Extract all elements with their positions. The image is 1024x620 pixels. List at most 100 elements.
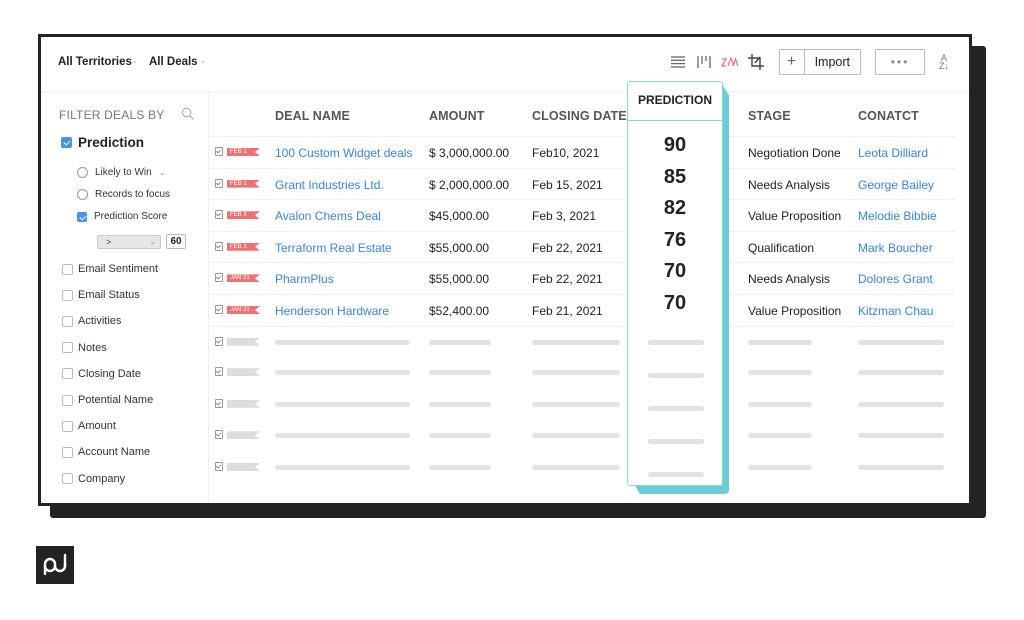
filter-item-company[interactable]: Company (62, 473, 125, 485)
prediction-checkbox[interactable] (61, 137, 72, 148)
table-row[interactable]: JAN 31 Henderson Hardware $52,400.00 Feb 21… (209, 294, 955, 326)
prediction-score-option[interactable]: Prediction Score (77, 211, 167, 222)
filter-checkbox[interactable] (62, 289, 73, 301)
deal-name-link[interactable]: Henderson Hardware (275, 304, 389, 318)
filter-label: Potential Name (78, 394, 154, 406)
closing-date-cell: Feb 3, 2021 (532, 209, 597, 224)
column-amount[interactable]: AMOUNT (429, 109, 484, 123)
column-contact[interactable]: CONATCT (858, 109, 919, 123)
column-stage[interactable]: STAGE (748, 109, 791, 123)
amount-cell: $ 3,000,000.00 (429, 146, 510, 160)
filter-checkbox[interactable] (62, 446, 73, 458)
deal-name-link[interactable]: PharmPlus (275, 272, 334, 286)
prediction-column-card: PREDICTION 90 85 82 76 70 70 (627, 81, 723, 486)
placeholder-bar (648, 373, 704, 378)
placeholder-bar (532, 339, 620, 345)
task-icon[interactable] (215, 178, 223, 188)
filter-item-amount[interactable]: Amount (62, 420, 116, 432)
table-row[interactable]: FEB 1 100 Custom Widget deals $ 3,000,000.… (209, 136, 955, 168)
filter-checkbox[interactable] (62, 368, 73, 380)
table-row[interactable]: FEB 1 Avalon Chems Deal $45,000.00 Feb 3, 2… (209, 199, 955, 231)
placeholder-bar (648, 439, 704, 444)
deals-dropdown[interactable]: All Deals - (149, 56, 205, 68)
filter-checkbox[interactable] (62, 342, 73, 354)
zia-icon[interactable] (720, 53, 739, 71)
placeholder-bar (275, 433, 410, 439)
task-icon[interactable] (215, 147, 223, 156)
deals-label: All Deals (149, 56, 198, 68)
likely-to-win-radio[interactable] (77, 167, 88, 178)
prediction-score-checkbox[interactable] (77, 211, 87, 222)
filter-checkbox[interactable] (62, 315, 73, 327)
kanban-view-icon[interactable] (695, 53, 713, 71)
table-row[interactable]: FEB 1 Terraform Real Estate $55,000.00 Feb … (209, 230, 955, 263)
contact-link[interactable]: Mark Boucher (858, 241, 933, 255)
operator-value: > (106, 237, 112, 247)
task-icon[interactable] (215, 210, 223, 220)
filter-item-email-status[interactable]: Email Status (62, 289, 140, 301)
task-icon[interactable] (215, 273, 223, 283)
filter-checkbox[interactable] (62, 420, 73, 432)
plus-icon: + (786, 53, 797, 70)
filter-item-potential-name[interactable]: Potential Name (62, 394, 153, 406)
table-row[interactable]: JAN 31 PharmPlus $55,000.00 Feb 22, 2021 Nee… (209, 262, 955, 294)
placeholder-bar (648, 340, 704, 345)
likely-to-win-option[interactable]: Likely to Win ⌄ (77, 167, 165, 178)
filter-label: Email Sentiment (78, 263, 159, 275)
deal-name-link[interactable]: Avalon Chems Deal (275, 209, 381, 223)
task-icon (215, 462, 223, 471)
prediction-filter[interactable]: Prediction (61, 135, 144, 150)
contact-link[interactable]: Kitzman Chau (858, 304, 933, 318)
placeholder-bar (858, 433, 944, 439)
placeholder-bar (748, 339, 812, 345)
records-to-focus-radio[interactable] (77, 189, 88, 200)
pd-logo-icon (43, 553, 67, 576)
filter-checkbox[interactable] (62, 263, 73, 275)
likely-to-win-label: Likely to Win (95, 167, 152, 178)
add-button[interactable]: + (780, 50, 805, 74)
column-closing-date[interactable]: CLOSING DATE (532, 109, 627, 123)
filter-item-email-sentiment[interactable]: Email Sentiment (62, 263, 158, 275)
placeholder-row (209, 420, 955, 451)
filter-item-closing-date[interactable]: Closing Date (62, 368, 141, 380)
crop-icon[interactable] (747, 53, 765, 71)
filter-checkbox[interactable] (62, 394, 73, 406)
filter-label: Account Name (78, 446, 151, 459)
deal-name-link[interactable]: Grant Industries Ltd. (275, 178, 384, 192)
filter-item-account-name[interactable]: Account Name (62, 446, 150, 458)
list-view-icon[interactable] (669, 53, 687, 71)
task-icon[interactable] (215, 305, 223, 314)
table-row[interactable]: FEB 1 Grant Industries Ltd. $ 2,000,000.00… (209, 167, 955, 200)
filter-title: FILTER DEALS BY (59, 108, 165, 122)
date-tag: FEB 1 (227, 179, 260, 188)
column-deal-name[interactable]: DEAL NAME (275, 109, 350, 123)
amount-cell: $52,400.00 (429, 304, 490, 318)
placeholder-row (209, 325, 955, 358)
filter-checkbox[interactable] (62, 473, 73, 485)
deal-name-link[interactable]: Terraform Real Estate (275, 241, 392, 255)
placeholder-bar (429, 433, 491, 439)
crm-window: All Territories- All Deals - + Import ••… (38, 34, 972, 506)
records-to-focus-option[interactable]: Records to focus (77, 189, 170, 200)
task-icon[interactable] (215, 241, 223, 251)
deal-name-link[interactable]: 100 Custom Widget deals (275, 146, 412, 160)
sort-az-icon[interactable]: A Z↓ (937, 54, 951, 71)
closing-date-cell: Feb 21, 2021 (532, 304, 603, 318)
contact-link[interactable]: Dolores Grant (858, 272, 933, 286)
column-prediction[interactable]: PREDICTION (628, 82, 722, 121)
prediction-score-label: Prediction Score (94, 211, 168, 222)
filter-item-activities[interactable]: Activities (62, 315, 121, 327)
date-tag: FEB 1 (227, 148, 260, 156)
contact-link[interactable]: George Bailey (858, 178, 934, 192)
operator-select[interactable]: > ⌄ (97, 235, 161, 249)
placeholder-bar (648, 472, 704, 477)
contact-link[interactable]: Melodie Bibbie (858, 209, 937, 223)
territories-dropdown[interactable]: All Territories- (58, 56, 136, 68)
score-input[interactable]: 60 (166, 234, 186, 249)
more-button[interactable]: ••• (875, 49, 925, 75)
filter-item-notes[interactable]: Notes (62, 342, 107, 354)
import-button[interactable]: Import (805, 50, 860, 74)
placeholder-bar (532, 433, 620, 439)
search-icon[interactable] (181, 107, 194, 125)
contact-link[interactable]: Leota Dilliard (858, 146, 928, 160)
